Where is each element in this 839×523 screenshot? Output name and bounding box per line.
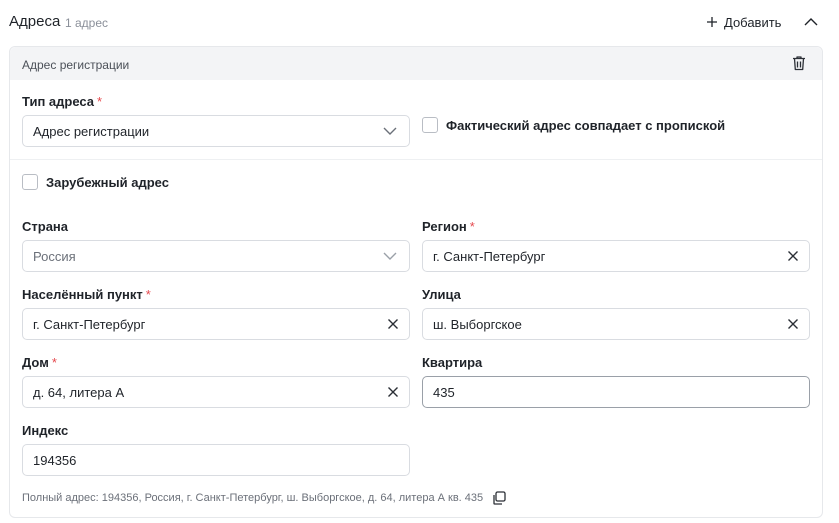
chevron-down-icon[interactable] bbox=[383, 126, 397, 136]
chevron-up-icon bbox=[804, 18, 818, 26]
full-address-text: Полный адрес: 194356, Россия, г. Санкт-П… bbox=[22, 492, 484, 504]
house-label: Дом * bbox=[22, 355, 57, 370]
card-title: Адрес регистрации bbox=[22, 58, 130, 72]
region-label: Регион * bbox=[422, 219, 475, 234]
region-input[interactable] bbox=[423, 241, 809, 271]
clear-icon[interactable] bbox=[787, 318, 799, 330]
clear-icon[interactable] bbox=[387, 318, 399, 330]
region-field[interactable] bbox=[422, 240, 810, 272]
street-label: Улица bbox=[422, 287, 461, 302]
country-value: Россия bbox=[33, 248, 76, 264]
house-field[interactable] bbox=[22, 376, 410, 408]
actual-same-checkbox-row[interactable]: Фактический адрес совпадает с пропиской bbox=[422, 117, 725, 133]
plus-icon bbox=[707, 17, 717, 27]
trash-icon bbox=[793, 56, 805, 71]
full-address: Полный адрес: 194356, Россия, г. Санкт-П… bbox=[22, 490, 507, 506]
street-input[interactable] bbox=[423, 309, 809, 339]
actual-same-checkbox[interactable] bbox=[422, 117, 438, 133]
add-address-label: Добавить bbox=[724, 14, 782, 30]
copy-icon[interactable] bbox=[491, 490, 507, 506]
country-label: Страна bbox=[22, 219, 69, 234]
address-type-select[interactable]: Адрес регистрации bbox=[22, 115, 410, 147]
chevron-down-icon[interactable] bbox=[383, 251, 397, 261]
foreign-address-label: Зарубежный адрес bbox=[46, 174, 169, 190]
apartment-field[interactable] bbox=[422, 376, 810, 408]
address-type-value: Адрес регистрации bbox=[33, 123, 150, 139]
locality-field[interactable] bbox=[22, 308, 410, 340]
locality-input[interactable] bbox=[23, 309, 409, 339]
house-input[interactable] bbox=[23, 377, 409, 407]
address-type-label: Тип адреса * bbox=[22, 94, 103, 109]
address-count: 1 адрес bbox=[65, 16, 109, 30]
index-input[interactable] bbox=[23, 445, 409, 475]
street-field[interactable] bbox=[422, 308, 810, 340]
address-card: Адрес регистрации Тип адреса * Адрес реги… bbox=[9, 46, 823, 518]
apartment-label: Квартира bbox=[422, 355, 483, 370]
section-title: Адреса bbox=[9, 13, 61, 30]
country-select[interactable]: Россия bbox=[22, 240, 410, 272]
clear-icon[interactable] bbox=[787, 250, 799, 262]
index-label: Индекс bbox=[22, 423, 69, 438]
actual-same-label: Фактический адрес совпадает с пропиской bbox=[446, 117, 726, 133]
foreign-address-checkbox[interactable] bbox=[22, 174, 38, 190]
collapse-button[interactable] bbox=[801, 12, 821, 32]
add-address-button[interactable]: Добавить bbox=[706, 12, 781, 32]
card-header: Адрес регистрации bbox=[10, 47, 822, 80]
clear-icon[interactable] bbox=[387, 386, 399, 398]
foreign-address-checkbox-row[interactable]: Зарубежный адрес bbox=[22, 174, 169, 190]
locality-label: Населённый пункт * bbox=[22, 287, 151, 302]
index-field[interactable] bbox=[22, 444, 410, 476]
divider bbox=[10, 159, 822, 160]
addresses-section-header: Адреса 1 адрес Добавить bbox=[0, 0, 839, 44]
delete-address-button[interactable] bbox=[790, 54, 808, 72]
apartment-input[interactable] bbox=[423, 377, 809, 407]
